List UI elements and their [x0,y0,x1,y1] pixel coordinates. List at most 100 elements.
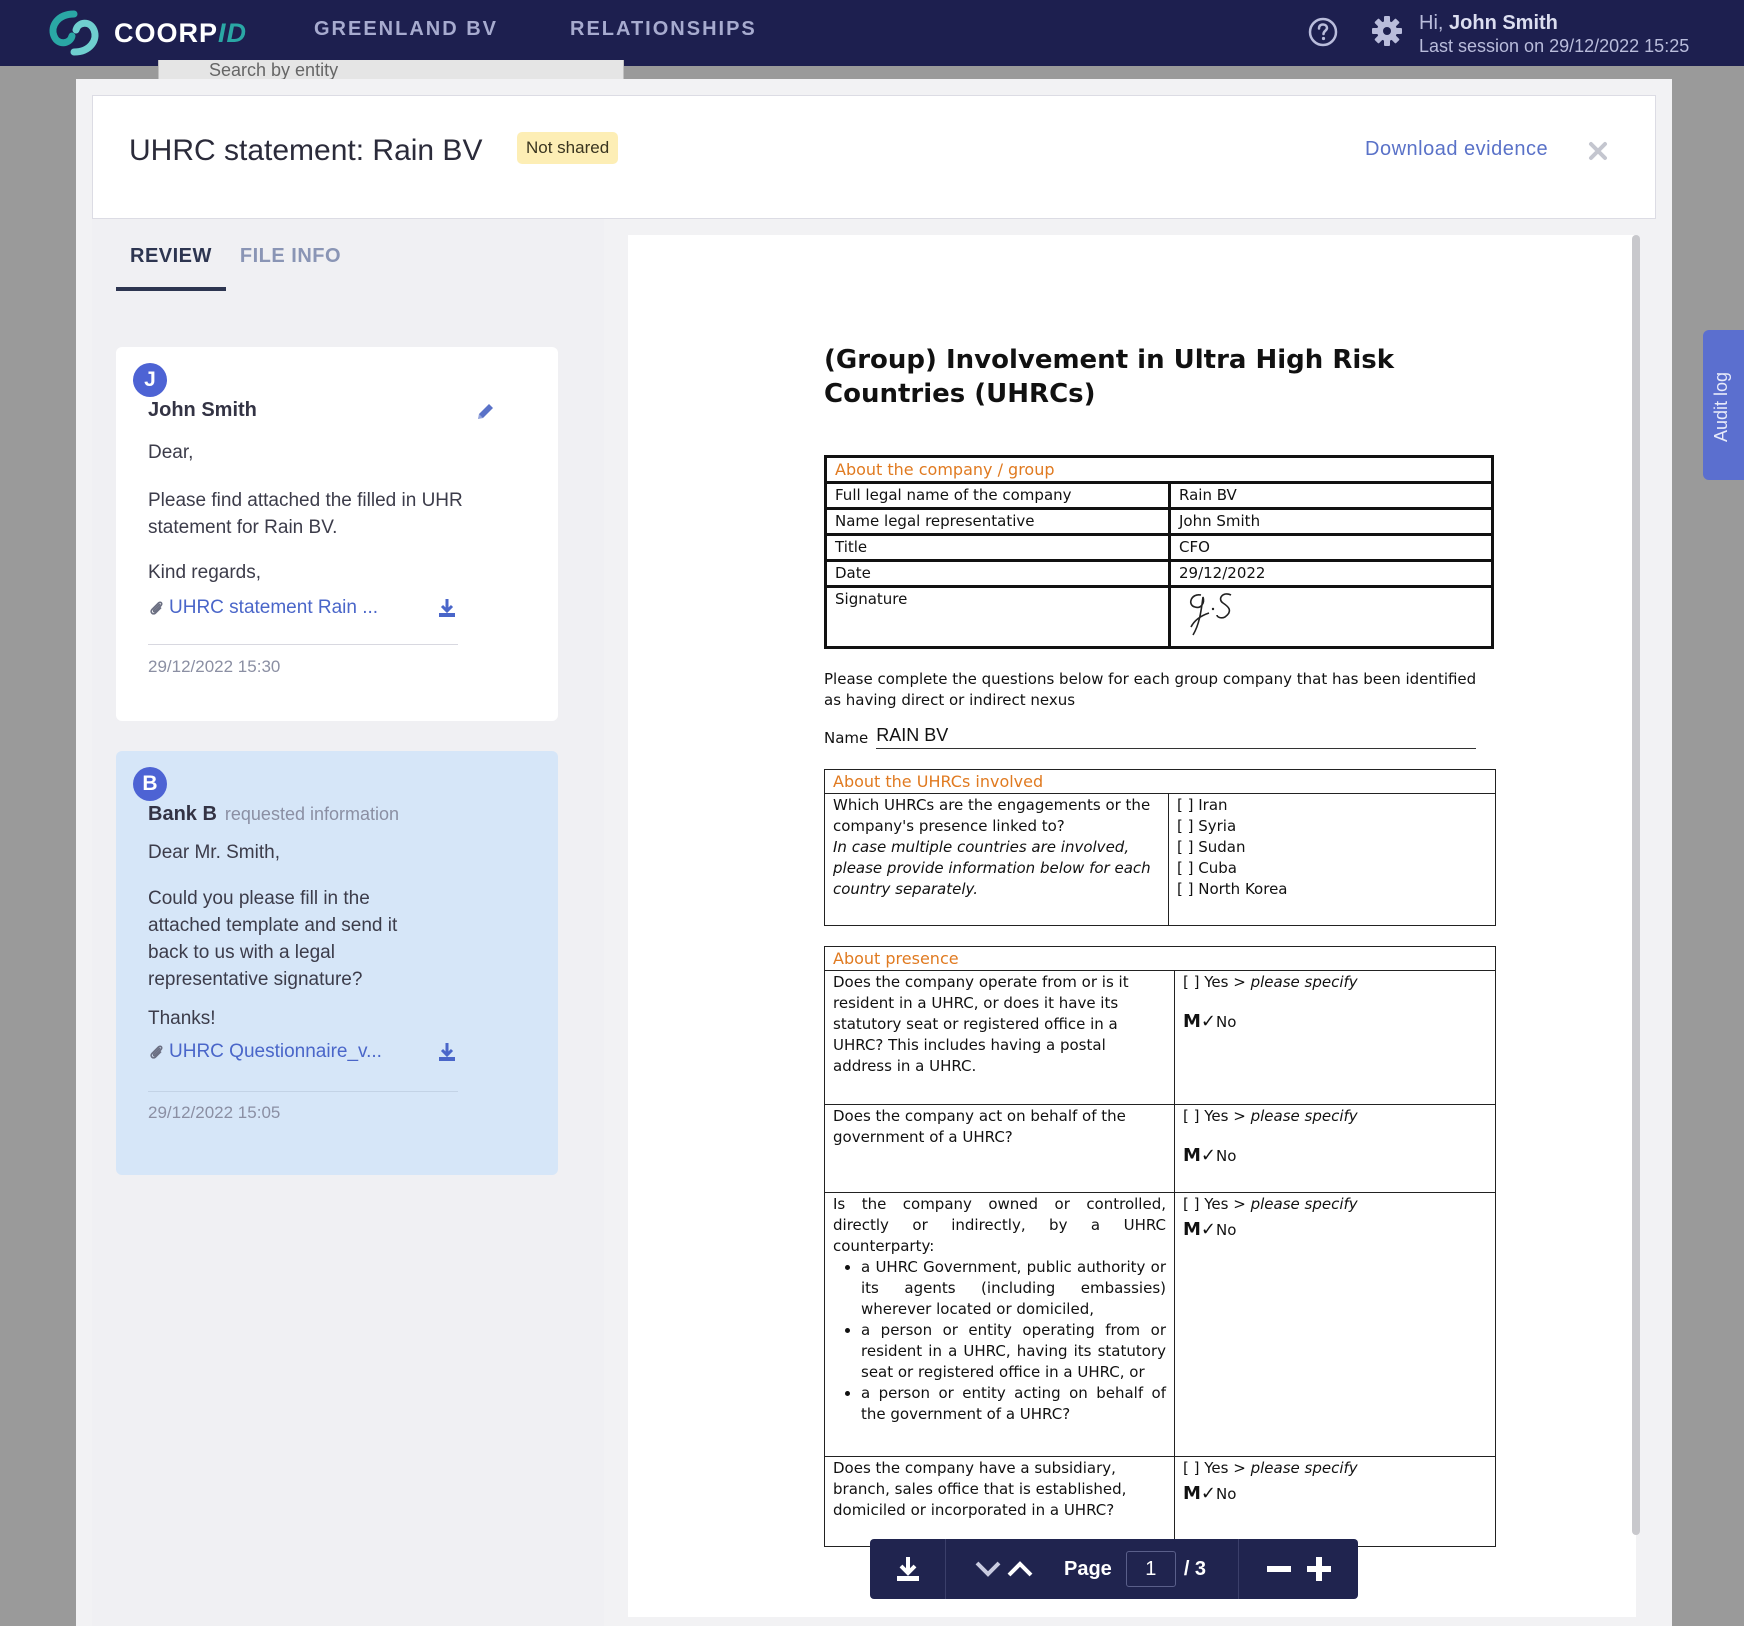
top-navigation-bar: COORPID GREENLAND BV RELATIONSHIPS Hi, J… [0,0,1744,66]
uhrc-note: In case multiple countries are involved,… [833,838,1151,898]
answer-cell: [ ] Yes > please specify M✓No [1174,1104,1496,1193]
avatar: J [133,363,167,397]
message-paragraph: Thanks! [148,1008,216,1029]
country-option: [ ] North Korea [1177,880,1288,898]
coorpid-logo[interactable]: COORPID [44,8,247,58]
chevron-down-icon[interactable] [974,1557,1002,1581]
nav-greenland-bv[interactable]: GREENLAND BV [314,18,498,41]
audit-log-label: Audit log [1711,371,1731,442]
user-greeting[interactable]: Hi, John Smith [1419,12,1558,35]
field-value: Rain BV [1168,481,1494,510]
document-page: (Group) Involvement in Ultra High Risk C… [824,343,1496,1547]
page-total: / 3 [1183,1557,1207,1580]
attachment-link[interactable]: UHRC statement Rain ... [148,597,378,619]
checkmark-icon: M✓ [1183,1483,1216,1504]
uhrc-options-cell: [ ] Iran [ ] Syria [ ] Sudan [ ] Cuba [ … [1168,793,1496,926]
gear-icon[interactable] [1370,14,1404,48]
download-icon [896,1557,919,1581]
field-label: Full legal name of the company [824,481,1171,510]
paperclip-icon [150,601,163,615]
download-evidence-link[interactable]: Download evidence [1365,138,1548,161]
download-icon[interactable] [436,597,458,619]
tab-file-info[interactable]: FILE INFO [226,243,355,291]
divider [148,644,458,645]
message-card: J John Smith Dear, Please find attached … [116,347,558,721]
chevron-up-icon[interactable] [1006,1557,1034,1581]
modal-header: UHRC statement: Rain BV Not shared Downl… [92,95,1656,219]
zoom-controls [1238,1539,1358,1599]
message-paragraph: Please find attached the filled in UHR s… [148,490,463,538]
bullet-item: a person or entity operating from or res… [861,1320,1166,1383]
answer-cell: [ ] Yes > please specify M✓No [1174,1192,1496,1457]
page-navigation [946,1539,1062,1599]
nav-relationships[interactable]: RELATIONSHIPS [570,18,757,41]
country-option: [ ] Sudan [1177,838,1246,856]
logo-text: COORPID [114,17,248,48]
field-value: 29/12/2022 [1168,559,1494,588]
signature-cell [1168,585,1494,649]
message-paragraph: Dear Mr. Smith, [148,842,280,863]
attachment-link[interactable]: UHRC Questionnaire_v... [148,1041,382,1063]
message-card: B Bank Brequested information Dear Mr. S… [116,751,558,1175]
review-panel: REVIEW FILE INFO J John Smith Dear, Plea… [92,219,604,1626]
uhrc-table: About the UHRCs involved Which UHRCs are… [824,769,1496,926]
message-timestamp: 29/12/2022 15:05 [148,1103,281,1122]
section-heading: About the company / group [824,455,1494,484]
download-icon[interactable] [436,1041,458,1063]
zoom-out-icon[interactable] [1264,1554,1294,1584]
document-toolbar: Page / 3 [870,1539,1358,1599]
page-label: Page [1064,1557,1112,1580]
field-label: Date [824,559,1171,588]
name-line: Name RAIN BV [824,725,1476,749]
message-paragraph: Dear, [148,442,194,463]
message-action: requested information [224,804,400,824]
field-label: Title [824,533,1171,562]
avatar: B [133,767,167,801]
presence-question: Does the company act on behalf of the go… [824,1104,1175,1193]
help-icon[interactable] [1307,16,1339,48]
country-option: [ ] Syria [1177,817,1237,835]
paperclip-icon [150,1045,163,1059]
section-heading: About presence [824,946,1496,971]
handwritten-signature [1189,593,1232,636]
field-label: Name legal representative [824,507,1171,536]
last-session-text: Last session on 29/12/2022 15:25 [1419,36,1690,56]
close-icon[interactable] [1587,140,1609,162]
field-value: John Smith [1168,507,1494,536]
company-info-table: About the company / group Full legal nam… [824,455,1494,649]
section-heading: About the UHRCs involved [824,769,1496,794]
pencil-icon[interactable] [474,401,496,423]
viewer-scrollbar[interactable] [1632,235,1640,1535]
message-paragraph: Kind regards, [148,562,262,583]
document-title: (Group) Involvement in Ultra High Risk C… [824,345,1395,409]
name-value: RAIN BV [876,725,1476,749]
page-number-input[interactable] [1125,1551,1176,1587]
uhrc-question-cell: Which UHRCs are the engagements or the c… [824,793,1169,926]
presence-question: Is the company owned or controlled, dire… [824,1192,1175,1457]
divider [148,1091,458,1092]
modal-title: UHRC statement: Rain BV [129,134,483,167]
bullet-item: a UHRC Government, public authority or i… [861,1257,1166,1320]
status-badge: Not shared [517,132,619,164]
logo-swirl-icon [49,10,99,56]
country-option: [ ] Cuba [1177,859,1237,877]
message-timestamp: 29/12/2022 15:30 [148,657,281,676]
bullet-item: a person or entity acting on behalf of t… [861,1383,1166,1425]
download-document-button[interactable] [870,1539,946,1599]
presence-table: About presence Does the company operate … [824,946,1496,1547]
audit-log-tab[interactable]: Audit log [1703,330,1744,480]
checkmark-icon: M✓ [1183,1145,1216,1166]
uhrc-question: Which UHRCs are the engagements or the c… [833,796,1151,835]
review-tabs: REVIEW FILE INFO [116,243,355,291]
tab-review[interactable]: REVIEW [116,243,226,291]
message-author: John Smith [148,399,257,421]
message-author: Bank Brequested information [148,803,400,825]
document-viewer[interactable]: (Group) Involvement in Ultra High Risk C… [628,235,1636,1617]
field-label: Signature [824,585,1171,649]
zoom-in-icon[interactable] [1304,1554,1334,1584]
name-label: Name [824,729,869,747]
presence-question: Does the company have a subsidiary, bran… [824,1456,1175,1547]
checkmark-icon: M✓ [1183,1219,1216,1240]
presence-question: Does the company operate from or is it r… [824,970,1175,1105]
answer-cell: [ ] Yes > please specify M✓No [1174,1456,1496,1547]
